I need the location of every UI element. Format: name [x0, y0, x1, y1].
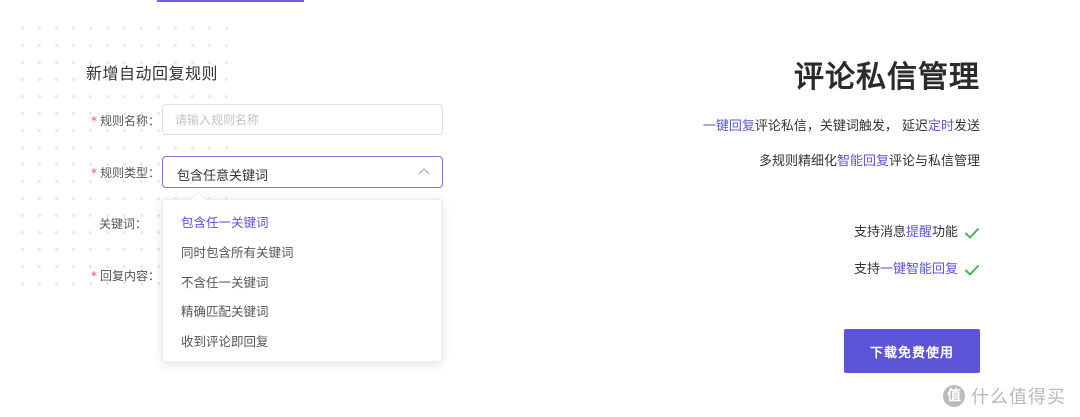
- watermark-text: 什么值得买: [971, 387, 1066, 408]
- highlight-text: 一键智能回复: [879, 262, 958, 277]
- highlight-text: 一键回复: [702, 119, 755, 134]
- feature-text: 支持消息: [853, 225, 906, 240]
- keywords-label: 关键词：: [98, 217, 147, 231]
- chevron-up-icon: [418, 168, 430, 175]
- reply-content-label-text: 回复内容：: [99, 269, 160, 283]
- line-text: 发送: [953, 119, 980, 134]
- watermark-logo-icon: 值: [943, 385, 965, 407]
- hero-title: 评论私信管理: [794, 60, 980, 95]
- required-mark: *: [90, 269, 97, 283]
- highlight-text: 定时: [927, 119, 954, 134]
- check-icon: [964, 264, 980, 276]
- line-text: 多规则精细化: [758, 154, 837, 169]
- rule-type-label-text: 规则类型：: [99, 166, 160, 180]
- required-mark: *: [90, 114, 97, 128]
- rule-type-value: 包含任意关键词: [177, 169, 269, 184]
- form-title: 新增自动回复规则: [86, 64, 219, 83]
- rule-name-label-text: 规则名称：: [99, 114, 160, 128]
- dropdown-option[interactable]: 同时包含所有关键词: [181, 242, 294, 261]
- hero-line-1: 一键回复评论私信，关键词触发， 延迟定时发送: [703, 115, 980, 134]
- rule-type-label: * 规则类型：: [70, 164, 160, 181]
- hero-line-2: 多规则精细化智能回复评论与私信管理: [759, 150, 980, 169]
- required-mark: *: [90, 166, 97, 180]
- feature-smart-reply: 支持一键智能回复: [854, 258, 980, 277]
- rule-name-input[interactable]: [162, 104, 443, 135]
- active-tab-indicator: [157, 0, 304, 2]
- line-text: 评论私信，关键词触发， 延迟: [754, 119, 928, 134]
- dropdown-option[interactable]: 不含任一关键词: [181, 272, 269, 291]
- dropdown-option[interactable]: 包含任一关键词: [181, 212, 269, 231]
- rule-type-select[interactable]: 包含任意关键词: [162, 156, 443, 188]
- check-icon: [964, 227, 980, 239]
- dropdown-option[interactable]: 精确匹配关键词: [181, 301, 269, 320]
- feature-text: 功能: [931, 225, 958, 240]
- line-text: 评论与私信管理: [888, 154, 980, 169]
- reply-content-label: * 回复内容：: [70, 267, 160, 284]
- feature-reminder: 支持消息提醒功能: [854, 221, 980, 240]
- highlight-text: 提醒: [905, 225, 932, 240]
- feature-text: 支持: [853, 262, 880, 277]
- rule-name-label: * 规则名称：: [70, 112, 160, 129]
- highlight-text: 智能回复: [836, 154, 889, 169]
- download-free-button[interactable]: 下载免费使用: [844, 329, 980, 373]
- rule-type-dropdown: 包含任一关键词 同时包含所有关键词 不含任一关键词 精确匹配关键词 收到评论即回…: [162, 191, 442, 362]
- watermark: 值 什么值得买: [943, 383, 1066, 409]
- dropdown-option[interactable]: 收到评论即回复: [181, 331, 269, 350]
